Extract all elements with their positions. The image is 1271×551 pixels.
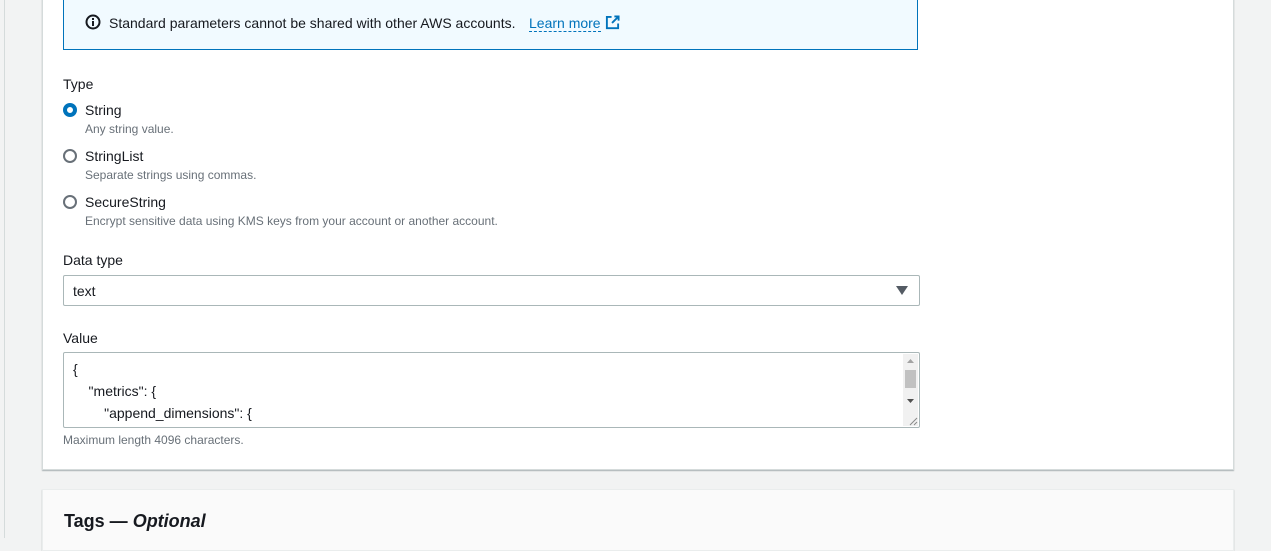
value-line-3: "append_dimensions": { bbox=[73, 405, 252, 421]
radio-option-securestring[interactable]: SecureString Encrypt sensitive data usin… bbox=[63, 194, 663, 234]
resize-grip-icon[interactable] bbox=[906, 414, 918, 426]
external-link-icon[interactable] bbox=[605, 15, 620, 30]
value-label: Value bbox=[63, 330, 98, 346]
radio-label-stringlist[interactable]: StringList bbox=[85, 148, 143, 164]
value-textarea[interactable]: { "metrics": { "append_dimensions": { bbox=[63, 352, 920, 428]
data-type-selected-value: text bbox=[73, 283, 96, 299]
value-constraint-hint: Maximum length 4096 characters. bbox=[63, 433, 244, 447]
radio-option-stringlist[interactable]: StringList Separate strings using commas… bbox=[63, 148, 663, 188]
value-line-2: "metrics": { bbox=[73, 383, 157, 399]
scroll-up-arrow-icon[interactable] bbox=[903, 354, 918, 368]
radio-button-string[interactable] bbox=[63, 103, 77, 117]
radio-label-string[interactable]: String bbox=[85, 102, 122, 118]
scroll-down-arrow-icon[interactable] bbox=[903, 394, 918, 408]
caret-down-icon[interactable] bbox=[896, 286, 908, 296]
radio-description-string: Any string value. bbox=[85, 122, 174, 136]
radio-button-securestring[interactable] bbox=[63, 195, 77, 209]
radio-label-securestring[interactable]: SecureString bbox=[85, 194, 166, 210]
value-line-1: { bbox=[73, 361, 78, 377]
tags-section-title: Tags — Optional bbox=[64, 511, 206, 532]
learn-more-link[interactable]: Learn more bbox=[529, 15, 601, 32]
tags-title-text: Tags — bbox=[64, 511, 133, 531]
radio-description-stringlist: Separate strings using commas. bbox=[85, 168, 257, 182]
type-label: Type bbox=[63, 76, 94, 92]
info-alert: Standard parameters cannot be shared wit… bbox=[63, 0, 918, 50]
scrollbar-thumb[interactable] bbox=[905, 370, 916, 388]
radio-description-securestring: Encrypt sensitive data using KMS keys fr… bbox=[85, 214, 498, 228]
info-icon bbox=[85, 14, 101, 30]
alert-message: Standard parameters cannot be shared wit… bbox=[109, 15, 516, 31]
tags-title-optional: Optional bbox=[132, 511, 206, 531]
tags-section: Tags — Optional bbox=[42, 489, 1234, 551]
data-type-select[interactable]: text bbox=[63, 275, 920, 306]
radio-button-stringlist[interactable] bbox=[63, 149, 77, 163]
radio-option-string[interactable]: String Any string value. bbox=[63, 102, 663, 142]
data-type-label: Data type bbox=[63, 252, 123, 268]
